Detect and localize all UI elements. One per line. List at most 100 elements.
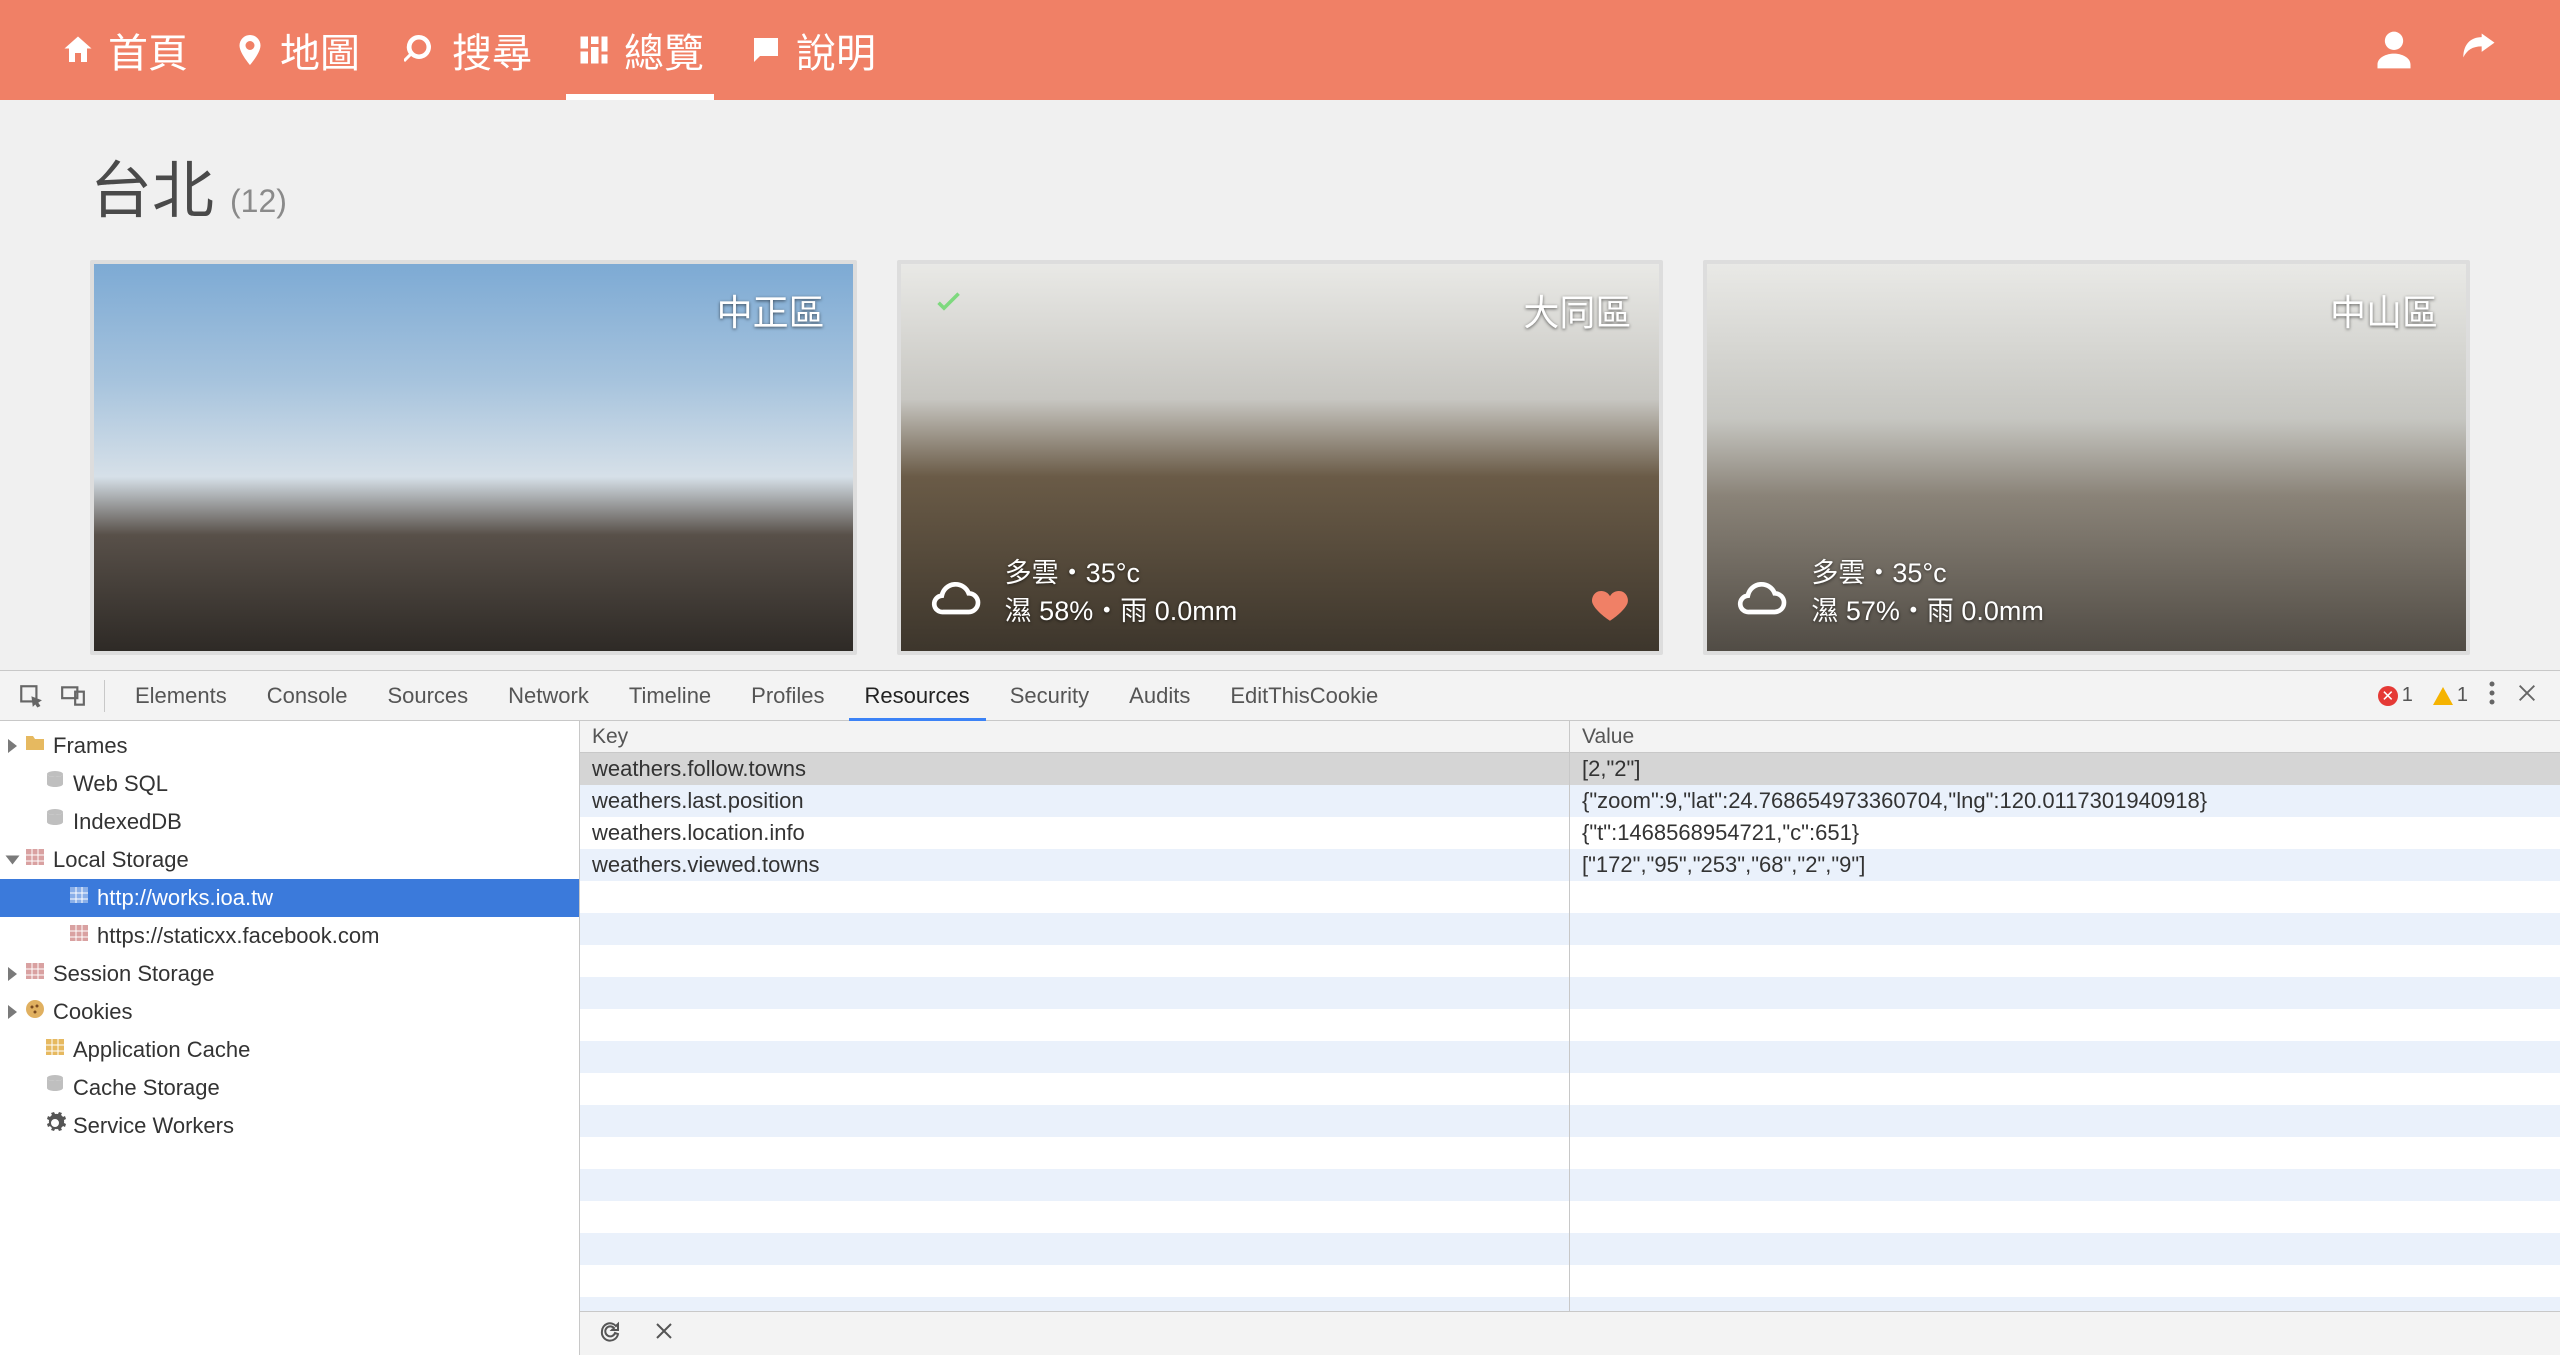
nav-overview-label: 總覽 — [624, 21, 704, 79]
card-datong[interactable]: 大同區 多雲・35°c 濕 58%・雨 0.0mm — [897, 260, 1664, 655]
tab-sources[interactable]: Sources — [367, 671, 488, 720]
weather-line1: 多雲・35°c — [1811, 555, 2044, 593]
search-icon — [404, 32, 440, 68]
tree-appcache[interactable]: Application Cache — [0, 1031, 579, 1069]
table-icon — [23, 845, 47, 875]
table-row-empty — [580, 1201, 2560, 1233]
table-row-empty — [580, 1041, 2560, 1073]
card-zhongzheng[interactable]: 中正區 — [90, 260, 857, 655]
tree-serviceworkers[interactable]: Service Workers — [0, 1107, 579, 1145]
pin-icon — [232, 32, 268, 68]
tree-indexeddb[interactable]: IndexedDB — [0, 803, 579, 841]
delete-icon[interactable] — [652, 1319, 676, 1349]
table-row-empty — [580, 1073, 2560, 1105]
heart-icon[interactable] — [1589, 584, 1631, 631]
col-key[interactable]: Key — [580, 721, 1570, 752]
devtools: Elements Console Sources Network Timelin… — [0, 670, 2560, 1355]
storage-table: Key Value weathers.follow.towns [2,"2"] … — [580, 721, 2560, 1355]
database-icon — [43, 1073, 67, 1103]
tree-cachestorage[interactable]: Cache Storage — [0, 1069, 579, 1107]
card-name: 中山區 — [2330, 284, 2438, 336]
kebab-icon[interactable] — [2488, 680, 2496, 712]
table-row[interactable]: weathers.last.position {"zoom":9,"lat":2… — [580, 785, 2560, 817]
resource-tree[interactable]: Frames Web SQL IndexedDB Local Storage h… — [0, 721, 580, 1355]
database-icon — [43, 769, 67, 799]
devtools-tabs: Elements Console Sources Network Timelin… — [0, 671, 2560, 721]
nav-home[interactable]: 首頁 — [60, 0, 188, 100]
page-content: 台北 (12) 中正區 大同區 — [0, 100, 2560, 670]
table-rows[interactable]: weathers.follow.towns [2,"2"] weathers.l… — [580, 753, 2560, 1311]
nav-map[interactable]: 地圖 — [232, 0, 360, 100]
weather-line2: 濕 57%・雨 0.0mm — [1811, 593, 2044, 631]
devtools-body: Frames Web SQL IndexedDB Local Storage h… — [0, 721, 2560, 1355]
table-row-empty — [580, 1009, 2560, 1041]
tree-sessionstorage[interactable]: Session Storage — [0, 955, 579, 993]
table-row-empty — [580, 913, 2560, 945]
chat-icon — [748, 32, 784, 68]
table-footer — [580, 1311, 2560, 1355]
card-weather: 多雲・35°c 濕 58%・雨 0.0mm — [1005, 555, 1238, 631]
grid-icon — [576, 32, 612, 68]
table-row-empty — [580, 881, 2560, 913]
tab-editthiscookie[interactable]: EditThisCookie — [1210, 671, 1398, 720]
table-icon — [67, 883, 91, 913]
table-row[interactable]: weathers.location.info {"t":146856895472… — [580, 817, 2560, 849]
nav-home-label: 首頁 — [108, 21, 188, 79]
divider — [104, 680, 105, 712]
table-row-empty — [580, 1137, 2560, 1169]
card-zhongshan[interactable]: 中山區 多雲・35°c 濕 57%・雨 0.0mm — [1703, 260, 2470, 655]
nav-search-label: 搜尋 — [452, 21, 532, 79]
tree-cookies[interactable]: Cookies — [0, 993, 579, 1031]
inspect-icon[interactable] — [10, 675, 52, 717]
nav-map-label: 地圖 — [280, 21, 360, 79]
tree-localstorage[interactable]: Local Storage — [0, 841, 579, 879]
tree-ls-origin-1[interactable]: http://works.ioa.tw — [0, 879, 579, 917]
nav-help[interactable]: 說明 — [748, 0, 876, 100]
nav-search[interactable]: 搜尋 — [404, 0, 532, 100]
tab-security[interactable]: Security — [990, 671, 1109, 720]
database-icon — [43, 807, 67, 837]
card-weather: 多雲・35°c 濕 57%・雨 0.0mm — [1811, 555, 2044, 631]
table-icon — [67, 921, 91, 951]
table-row[interactable]: weathers.viewed.towns ["172","95","253",… — [580, 849, 2560, 881]
tab-resources[interactable]: Resources — [845, 671, 990, 720]
tab-audits[interactable]: Audits — [1109, 671, 1210, 720]
device-icon[interactable] — [52, 675, 94, 717]
weather-line2: 濕 58%・雨 0.0mm — [1005, 593, 1238, 631]
table-icon — [23, 959, 47, 989]
tab-timeline[interactable]: Timeline — [609, 671, 731, 720]
table-row-empty — [580, 1265, 2560, 1297]
nav: 首頁 地圖 搜尋 總覽 說明 — [60, 0, 876, 100]
tab-elements[interactable]: Elements — [115, 671, 247, 720]
tree-frames[interactable]: Frames — [0, 727, 579, 765]
page-title-text: 台北 — [90, 140, 214, 230]
card-name: 大同區 — [1523, 284, 1631, 336]
close-icon[interactable] — [2516, 682, 2538, 710]
warning-badge[interactable]: 1 — [2433, 684, 2468, 707]
table-row[interactable]: weathers.follow.towns [2,"2"] — [580, 753, 2560, 785]
devtools-status: ✕1 1 — [2378, 680, 2550, 712]
user-icon[interactable] — [2372, 28, 2416, 72]
weather-line1: 多雲・35°c — [1005, 555, 1238, 593]
page-count: (12) — [230, 183, 287, 220]
tab-console[interactable]: Console — [247, 671, 368, 720]
folder-icon — [23, 731, 47, 761]
error-badge[interactable]: ✕1 — [2378, 684, 2413, 707]
check-icon — [929, 284, 969, 333]
refresh-icon[interactable] — [598, 1319, 622, 1349]
tree-websql[interactable]: Web SQL — [0, 765, 579, 803]
app-bar: 首頁 地圖 搜尋 總覽 說明 — [0, 0, 2560, 100]
tab-profiles[interactable]: Profiles — [731, 671, 844, 720]
nav-overview[interactable]: 總覽 — [576, 0, 704, 100]
col-value[interactable]: Value — [1570, 721, 2560, 752]
table-row-empty — [580, 1105, 2560, 1137]
page-title: 台北 (12) — [90, 140, 2470, 230]
table-header: Key Value — [580, 721, 2560, 753]
cloud-icon — [1735, 570, 1791, 631]
tab-network[interactable]: Network — [488, 671, 609, 720]
share-icon[interactable] — [2456, 28, 2500, 72]
table-row-empty — [580, 1233, 2560, 1265]
table-icon — [43, 1035, 67, 1065]
nav-help-label: 說明 — [796, 21, 876, 79]
tree-ls-origin-2[interactable]: https://staticxx.facebook.com — [0, 917, 579, 955]
